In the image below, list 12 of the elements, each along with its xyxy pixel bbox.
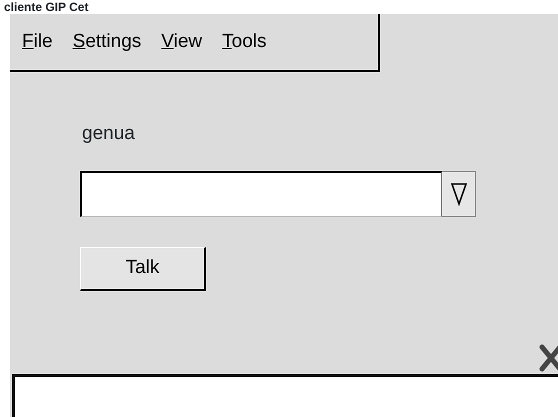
talk-button[interactable]: Talk [80, 246, 206, 290]
close-icon[interactable] [538, 343, 558, 373]
host-combo-field[interactable] [80, 170, 442, 216]
window-title: cliente GIP Cet [3, 0, 90, 14]
text-area[interactable] [12, 374, 558, 417]
host-label: genua [82, 122, 135, 146]
menu-item[interactable]: File [12, 28, 63, 56]
dropdown-button[interactable] [442, 170, 476, 216]
triangle-down-icon [450, 180, 468, 206]
menu-item[interactable]: Settings [62, 28, 152, 56]
menu-item[interactable]: View [151, 28, 212, 56]
menu-item[interactable]: Tools [212, 28, 277, 56]
